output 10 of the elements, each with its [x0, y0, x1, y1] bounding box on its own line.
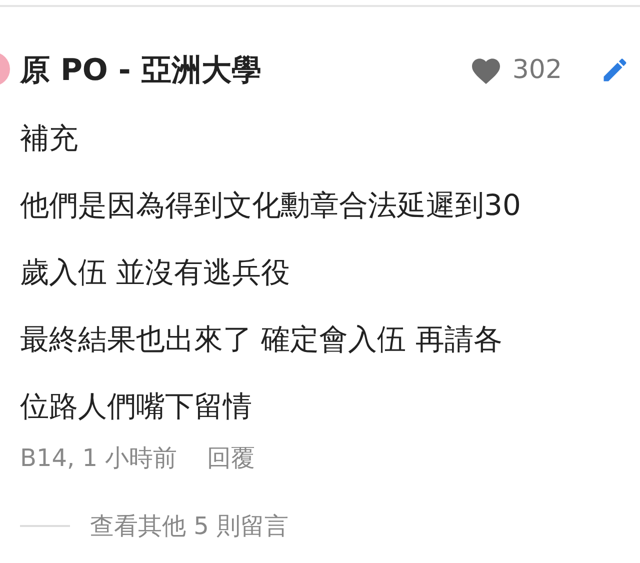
floor-and-time: B14, 1 小時前 — [20, 443, 178, 474]
author-name: 原 PO - 亞洲大學 — [20, 52, 262, 90]
comment-text: 他們是因為得到文化勳章合法延遲到30 — [20, 186, 521, 224]
comment-text: 位路人們嘴下留情 — [20, 388, 252, 425]
like-count: 302 — [512, 54, 562, 86]
comment-text: 歲入伍 並沒有逃兵役 — [20, 254, 290, 291]
reply-link[interactable]: 回覆 — [207, 440, 256, 476]
comment-text: 最終結果也出來了 確定會入伍 再請各 — [20, 320, 502, 358]
comment-text: 補充 — [20, 120, 78, 157]
view-more-replies[interactable]: 查看其他 5 則留言 — [90, 508, 289, 544]
